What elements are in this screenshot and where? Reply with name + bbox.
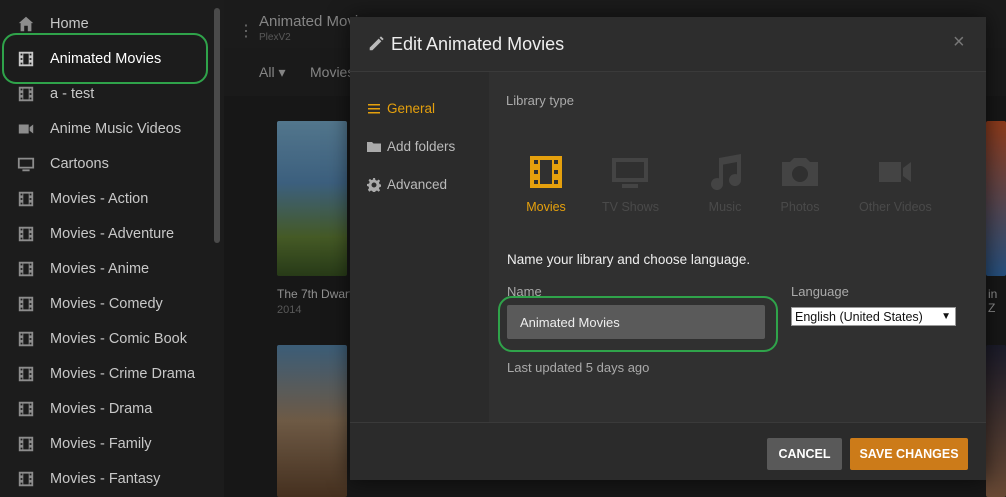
sidebar-item-label: Movies - Fantasy: [50, 470, 161, 487]
sidebar-item-label: Movies - Action: [50, 190, 149, 207]
sidebar-item-label: Cartoons: [50, 155, 109, 172]
sidebar-item-movies-fantasy[interactable]: Movies - Fantasy: [0, 461, 210, 496]
sidebar-item-movies-adventure[interactable]: Movies - Adventure: [0, 216, 210, 251]
sidebar-scrollbar[interactable]: [214, 8, 220, 243]
type-movies[interactable]: Movies: [526, 152, 566, 214]
film-icon: [0, 435, 50, 453]
chevron-down-icon: ▼: [941, 311, 951, 322]
dialog-title: Edit Animated Movies: [391, 34, 565, 54]
list-icon: [368, 103, 380, 113]
type-tv-shows[interactable]: TV Shows: [602, 152, 659, 214]
sidebar-item-cartoons[interactable]: Cartoons: [0, 146, 210, 181]
tab-add-folders[interactable]: Add folders: [367, 139, 455, 154]
sidebar-item-movies-drama[interactable]: Movies - Drama: [0, 391, 210, 426]
film-icon: [0, 365, 50, 383]
save-changes-button[interactable]: SAVE CHANGES: [850, 438, 968, 470]
gear-icon: [367, 177, 381, 192]
folder-icon: [367, 141, 381, 152]
type-photos[interactable]: Photos: [780, 152, 820, 214]
video-camera-icon: [879, 162, 912, 182]
dialog-footer: CANCEL SAVE CHANGES: [350, 422, 986, 480]
sidebar-item-movies-action[interactable]: Movies - Action: [0, 181, 210, 216]
highlight-annotation: [498, 296, 778, 352]
tab-advanced[interactable]: Advanced: [367, 177, 447, 192]
sidebar-item-label: Movies - Drama: [50, 400, 153, 417]
sidebar-item-label: Movies - Comic Book: [50, 330, 187, 347]
sidebar-item-label: a - test: [50, 85, 95, 102]
edit-library-dialog: Edit Animated Movies × General Add folde…: [350, 17, 986, 480]
sidebar-item-label: Movies - Comedy: [50, 295, 163, 312]
film-icon: [0, 225, 50, 243]
cancel-button[interactable]: CANCEL: [767, 438, 842, 470]
sidebar-item-label: Movies - Family: [50, 435, 152, 452]
sidebar-item-movies-comedy[interactable]: Movies - Comedy: [0, 286, 210, 321]
type-other-videos[interactable]: Other Videos: [859, 152, 932, 214]
sidebar-item-label: Home: [50, 15, 89, 32]
last-updated-text: Last updated 5 days ago: [507, 360, 650, 375]
music-icon: [711, 154, 742, 191]
library-type-label: Library type: [506, 93, 574, 108]
pencil-icon: [369, 36, 384, 51]
home-icon: [0, 15, 50, 33]
film-icon: [530, 156, 562, 188]
sidebar-item-anime-music-videos[interactable]: Anime Music Videos: [0, 111, 210, 146]
film-icon: [0, 260, 50, 278]
type-music[interactable]: Music: [705, 152, 745, 214]
sidebar-item-label: Movies - Adventure: [50, 225, 175, 242]
film-icon: [0, 295, 50, 313]
close-icon[interactable]: ×: [953, 31, 965, 54]
language-label: Language: [791, 284, 849, 299]
dialog-header: Edit Animated Movies ×: [350, 17, 986, 72]
highlight-annotation: [2, 33, 208, 84]
video-camera-icon: [0, 120, 50, 138]
language-select[interactable]: English (United States) ▼: [791, 307, 956, 326]
name-section-heading: Name your library and choose language.: [507, 252, 751, 267]
tab-general[interactable]: General: [367, 101, 435, 116]
sidebar-item-label: Movies - Crime Drama: [50, 365, 196, 382]
sidebar-item-movies-crime-drama[interactable]: Movies - Crime Drama: [0, 356, 210, 391]
sidebar-item-movies-anime[interactable]: Movies - Anime: [0, 251, 210, 286]
film-icon: [0, 190, 50, 208]
film-icon: [0, 85, 50, 103]
sidebar-item-label: Anime Music Videos: [50, 120, 182, 137]
film-icon: [0, 470, 50, 488]
sidebar-item-movies-comic-book[interactable]: Movies - Comic Book: [0, 321, 210, 356]
tv-icon: [612, 158, 649, 188]
sidebar-item-movies-family[interactable]: Movies - Family: [0, 426, 210, 461]
camera-icon: [782, 158, 818, 186]
dialog-nav: General Add folders Advanced: [350, 72, 489, 422]
film-icon: [0, 330, 50, 348]
film-icon: [0, 400, 50, 418]
tv-icon: [0, 155, 50, 173]
sidebar-item-label: Movies - Anime: [50, 260, 150, 277]
